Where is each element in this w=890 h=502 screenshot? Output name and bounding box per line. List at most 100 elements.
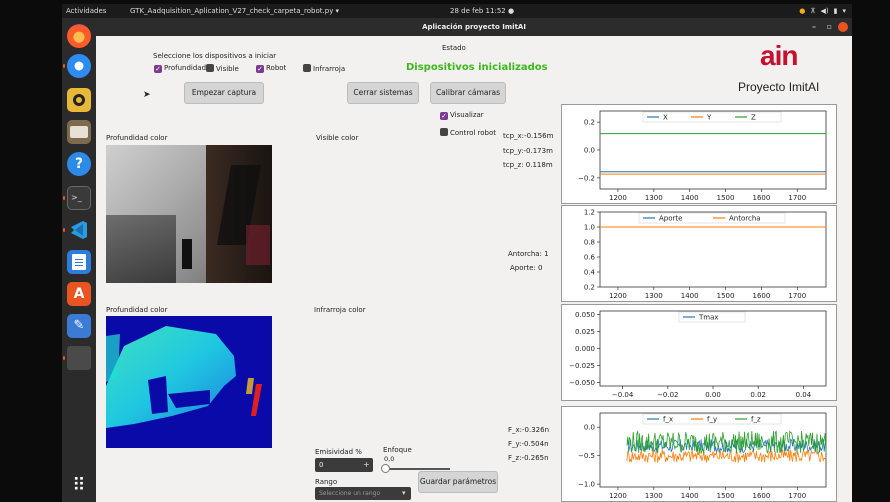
y-tick-label: 0.0 [584,147,595,155]
battery-icon: ▮ [833,7,838,15]
activities-button[interactable]: Actividades [66,4,106,18]
vscode-icon[interactable] [67,218,91,242]
system-tray[interactable]: ● ⊼ ◀) ▮ ▾ [799,4,846,18]
active-window-slot[interactable] [67,346,91,370]
y-tick-label: 0.0 [584,424,595,432]
x-tick-label: 0.02 [750,391,766,399]
checkbox-checked-icon [256,65,264,73]
status-label: Estado [442,44,466,52]
legend-label: Antorcha [729,215,761,223]
close-systems-button[interactable]: Cerrar sistemas [347,82,419,104]
ain-logo: ain [760,40,798,71]
x-tick-label: 1300 [645,492,663,500]
x-tick-label: 1200 [609,492,627,500]
x-tick-label: 1300 [645,194,663,202]
help-icon[interactable]: ? [67,152,91,176]
gnome-top-bar: Actividades GTK_Aadquisition_Aplication_… [62,4,852,18]
x-tick-label: 1500 [717,194,735,202]
plot-svg: 0.0−0.5−1.01200 1300 1400 1500 1600 1700f_x f_… [578,412,827,500]
emissivity-label: Emisividad % [315,448,362,456]
y-tick-label: −0.5 [578,452,595,460]
tcp-y-readout: tcp_y:-0.173m [503,147,553,155]
depth-color-image [106,316,272,448]
legend-label: Tmax [698,314,719,322]
power-menu-icon: ▾ [842,7,846,15]
x-tick-label: −0.02 [657,391,678,399]
plot-legend: X Y Z [642,111,782,123]
range-label: Rango [315,478,338,486]
terminal-icon[interactable]: >_ [67,186,91,210]
recording-indicator-icon: ● [799,7,806,15]
maximize-button[interactable]: ▫ [827,18,832,36]
checkbox-unchecked-icon [206,64,214,72]
legend-label: f_x [663,416,673,424]
y-tick-label: 1.2 [584,209,595,217]
x-tick-label: 1400 [681,194,699,202]
x-tick-label: 1500 [717,492,735,500]
window-title: Aplicación proyecto ImitAI [422,23,526,31]
y-tick-label: −1.0 [578,481,595,489]
minimize-button[interactable]: – [812,18,816,36]
start-capture-button[interactable]: Empezar captura [184,82,264,104]
spin-plus-icon[interactable]: + [363,460,370,469]
window-titlebar[interactable]: Aplicación proyecto ImitAI – ▫ [96,18,852,36]
plot-svg: 0.050 0.025 0.000 −0.025 −0.050 −0.04 −0.02 0.0… [569,310,827,399]
x-tick-label: −0.04 [612,391,634,399]
files-icon[interactable] [67,120,91,144]
writer-icon[interactable] [67,250,91,274]
x-tick-label: 1600 [753,492,771,500]
x-tick-label: 0.00 [705,391,721,399]
save-parameters-button[interactable]: Guardar parámetros [418,471,498,493]
tcp-z-readout: tcp_z: 0.118m [503,161,553,169]
software-icon[interactable]: A [67,282,91,306]
thunderbird-icon[interactable] [67,54,91,78]
y-tick-label: 0.8 [584,239,595,247]
running-indicator [63,356,65,360]
close-button[interactable] [838,22,848,32]
tcp-x-readout: tcp_x:-0.156m [503,132,554,140]
torch-feed-plot: 1.2 1.0 0.8 0.6 0.4 0.2 1200 1300 1400 1500 1600 17… [561,205,837,302]
firefox-icon[interactable] [67,24,91,48]
x-tick-label: 1700 [788,292,806,300]
checkbox-visible[interactable]: Visible [206,64,239,73]
running-indicator [63,228,65,232]
focus-slider-track[interactable] [384,468,450,470]
y-tick-label: 0.6 [584,254,596,262]
plot-legend: Tmax [678,311,746,323]
checkbox-infrarroja[interactable]: Infrarroja [303,64,345,73]
app-menu[interactable]: GTK_Aadquisition_Aplication_V27_check_ca… [130,4,339,18]
x-tick-label: 1200 [609,292,627,300]
dock: ? >_ A ✎ ⠿ [62,18,96,502]
force-plot: 0.0 −0.5 −1.0 1200 1300 1400 1500 1600 1700 f_x f_… [561,406,837,502]
y-tick-label: −0.025 [569,362,595,370]
aporte-readout: Aporte: 0 [510,264,543,272]
focus-label: Enfoque [383,446,412,454]
visible-camera-image [106,145,272,283]
tcp-position-plot: 0.2 0.0 −0.2 1200 1300 1400 1500 1600 1700 X Y Z [561,104,837,204]
devices-prompt: Seleccione los dispositivos a iniciar [153,52,277,60]
checkbox-visualizar[interactable]: Visualizar [440,111,484,120]
checkbox-profundidad[interactable]: Profundidad [154,64,206,73]
calibrate-cameras-button[interactable]: Calibrar cámaras [430,82,506,104]
legend-label: Z [751,114,756,122]
x-tick-label: 1400 [681,292,699,300]
range-dropdown[interactable]: Seleccione un rango ▾ [315,487,411,500]
editor-icon[interactable]: ✎ [67,314,91,338]
antorcha-readout: Antorcha: 1 [508,250,549,258]
checkbox-robot[interactable]: Robot [256,64,286,73]
plot-legend: f_x f_y f_z [642,413,782,425]
focus-slider-handle[interactable] [381,464,390,473]
legend-label: X [663,114,668,122]
app-grid-icon[interactable]: ⠿ [67,474,91,498]
y-tick-label: −0.050 [569,379,595,387]
plot-svg: 1.2 1.0 0.8 0.6 0.4 0.2 1200 1300 1400 1500 1600 17… [584,209,827,300]
x-tick-label: 1600 [753,292,771,300]
emissivity-spinbutton[interactable]: 0 + [315,458,373,472]
x-tick-label: 1600 [753,194,771,202]
series-line-f_y [626,448,827,463]
checkbox-control-robot[interactable]: Control robot [440,128,496,137]
clock[interactable]: 28 de feb 11:52 ● [450,4,514,18]
rhythmbox-icon[interactable] [67,88,91,112]
desktop-screen: Actividades GTK_Aadquisition_Aplication_… [0,0,890,502]
mouse-cursor-icon: ➤ [143,90,151,100]
